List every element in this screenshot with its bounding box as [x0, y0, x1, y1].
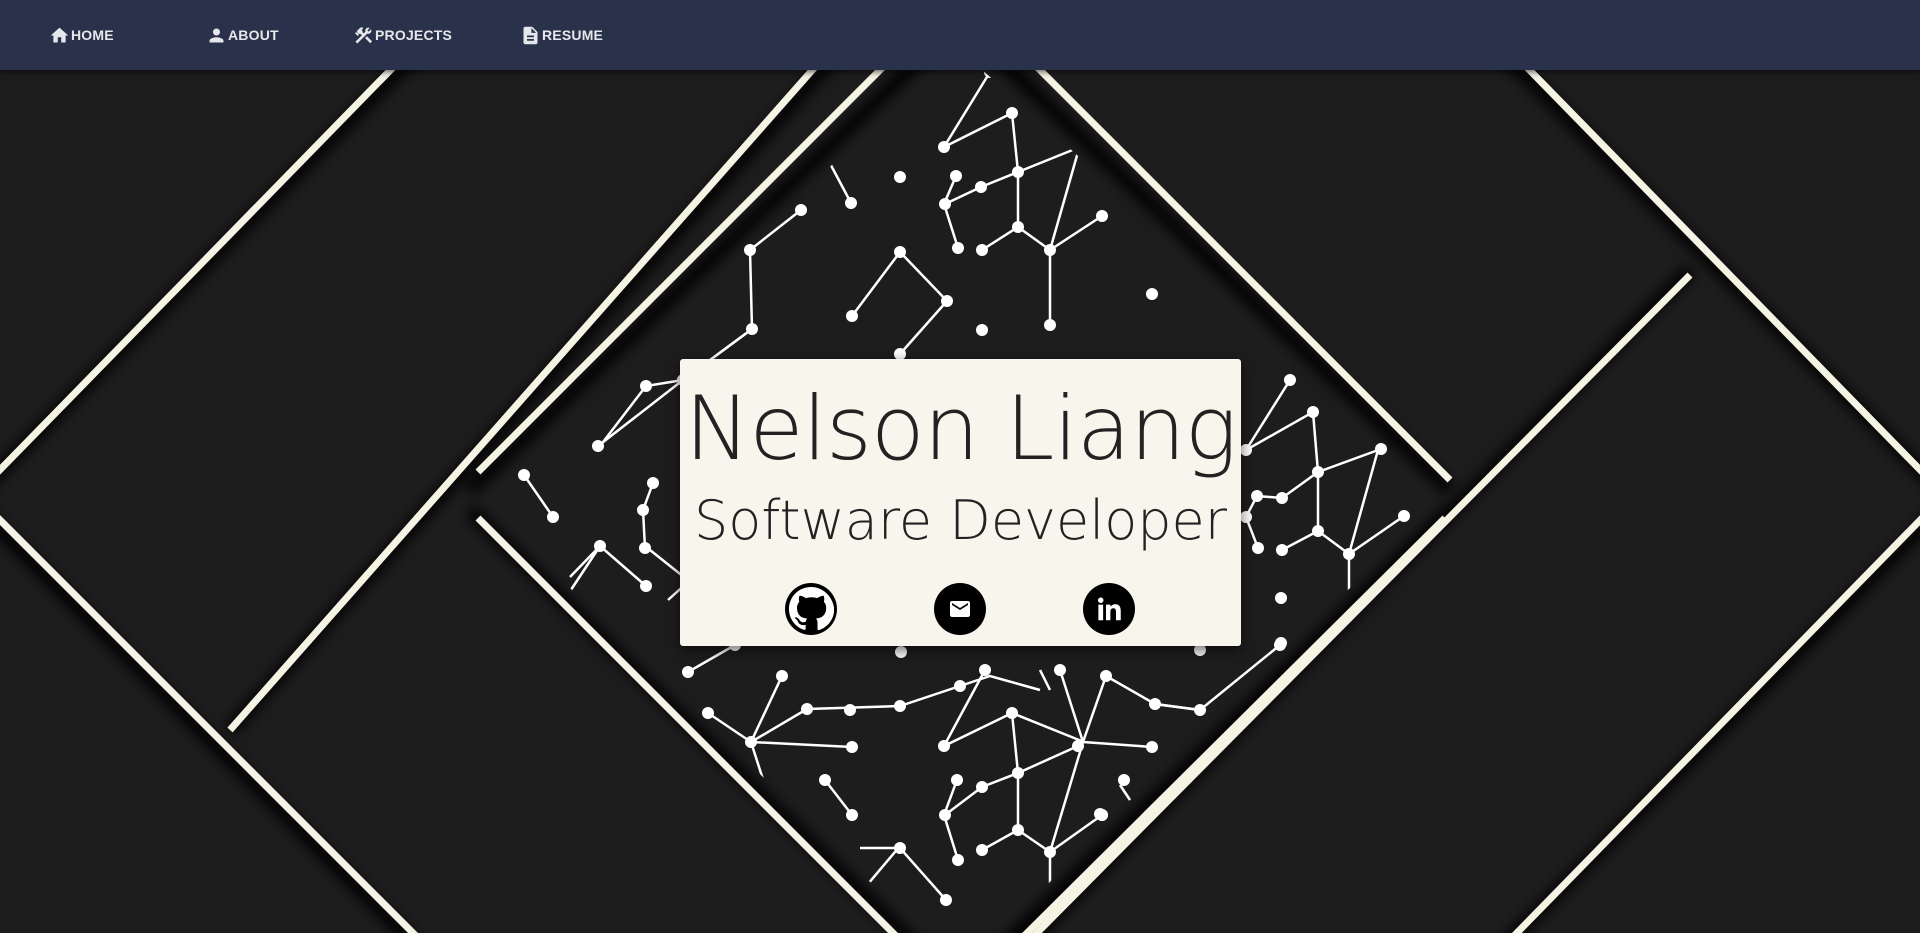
nav-resume-link[interactable]: RESUME — [520, 22, 603, 48]
document-icon — [520, 25, 541, 46]
intro-card: Nelson Liang Software Developer — [680, 359, 1241, 646]
linkedin-link[interactable] — [1083, 583, 1135, 635]
tools-icon — [353, 25, 374, 46]
job-title: Software Developer — [694, 489, 1227, 552]
nav-home-link[interactable]: HOME — [49, 22, 114, 48]
github-link[interactable] — [785, 583, 837, 635]
nav-home-label: HOME — [71, 27, 114, 43]
nav-projects-link[interactable]: PROJECTS — [353, 22, 452, 48]
nav-about-link[interactable]: ABOUT — [206, 22, 279, 48]
home-icon — [49, 25, 70, 46]
github-icon — [788, 586, 834, 632]
nav-resume-label: RESUME — [542, 27, 604, 43]
email-link[interactable] — [934, 583, 986, 635]
email-icon — [948, 597, 972, 621]
nav-projects-label: PROJECTS — [375, 27, 453, 43]
linkedin-icon — [1094, 594, 1124, 624]
top-navbar: HOME ABOUT PROJECTS RESUME — [0, 0, 1920, 70]
nav-about-label: ABOUT — [228, 27, 279, 43]
person-icon — [206, 25, 227, 46]
person-name: Nelson Liang — [684, 377, 1238, 480]
